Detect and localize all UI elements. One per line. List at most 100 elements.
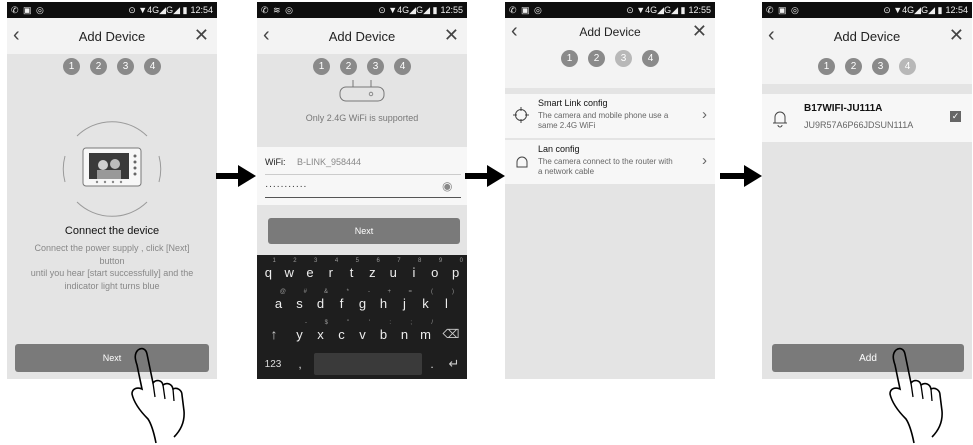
back-arrow-icon[interactable]: ‹ — [263, 25, 270, 45]
option-description: The camera connect to the router with a … — [538, 157, 673, 177]
status-left-icons: ✆ ▣ ◎ — [509, 4, 543, 15]
close-icon[interactable]: ✕ — [194, 25, 209, 45]
key-hint: 3 — [314, 258, 318, 264]
key-label: z — [369, 264, 376, 280]
comma-key[interactable]: , — [288, 351, 312, 377]
key-hint: - — [368, 289, 370, 295]
crosshair-icon — [513, 107, 529, 123]
title-bar: ‹ Add Device ✕ — [257, 18, 467, 54]
option-smart-link[interactable]: Smart Link config The camera and mobile … — [505, 94, 715, 138]
key-o[interactable]: 9o — [424, 257, 445, 287]
key-n[interactable]: ; n — [394, 319, 415, 349]
wifi-label: WiFi: — [265, 157, 286, 167]
status-time: 12:55 — [440, 5, 463, 15]
key-d[interactable]: & d — [310, 288, 331, 318]
status-left-icons: ✆ ▣ ◎ — [11, 4, 45, 15]
eye-icon[interactable]: ◉ — [442, 179, 452, 193]
step-1: 1 — [561, 50, 578, 67]
key-label: m — [420, 326, 431, 342]
back-arrow-icon[interactable]: ‹ — [511, 21, 518, 41]
shift-key-icon[interactable]: ↑ — [259, 319, 289, 349]
key-label: k — [422, 295, 429, 311]
key-label: j — [403, 295, 406, 311]
step-3: 3 — [615, 50, 632, 67]
key-z[interactable]: 6z — [362, 257, 383, 287]
status-time: 12:55 — [688, 5, 711, 15]
key-h[interactable]: + h — [373, 288, 394, 318]
key-label: q — [264, 264, 273, 280]
key-b[interactable]: :b — [373, 319, 394, 349]
close-icon[interactable]: ✕ — [949, 25, 964, 45]
key-k[interactable]: (k — [415, 288, 436, 318]
status-time: 12:54 — [945, 5, 968, 15]
key-l[interactable]: ) l — [436, 288, 457, 318]
status-left-icons: ✆ ≋ ◎ — [261, 4, 294, 15]
key-f[interactable]: * f — [331, 288, 352, 318]
device-row[interactable]: B17WIFI-JU111A JU9R57A6P66JDSUN111A ✓ — [762, 94, 972, 142]
device-name: B17WIFI-JU111A — [804, 103, 883, 114]
key-m[interactable]: / m — [415, 319, 436, 349]
divider — [265, 197, 461, 198]
wifi-form: WiFi: B-LINK_958444 ··········· ◉ — [257, 147, 467, 205]
key-j[interactable]: = j — [394, 288, 415, 318]
device-checkbox[interactable]: ✓ — [950, 111, 961, 122]
arrow-right-icon — [216, 165, 256, 187]
numbers-key[interactable]: 123 — [259, 351, 287, 377]
enter-key-icon[interactable]: ↵ — [443, 351, 465, 377]
space-bar[interactable] — [314, 353, 422, 375]
keyboard-row: @ a # s & d * f - g + h = j(k) l — [268, 288, 457, 318]
password-input[interactable]: ··········· — [265, 181, 307, 192]
key-i[interactable]: 8i — [404, 257, 425, 287]
wifi-ssid-input[interactable]: B-LINK_958444 — [297, 157, 361, 167]
back-arrow-icon[interactable]: ‹ — [13, 25, 20, 45]
step-4: 4 — [394, 58, 411, 75]
close-icon[interactable]: ✕ — [692, 21, 707, 41]
key-c[interactable]: " c — [331, 319, 352, 349]
instruction-line: Connect the power supply , click [Next] — [34, 243, 190, 253]
key-hint: ) — [452, 289, 454, 295]
key-hint: 9 — [438, 258, 443, 264]
doorbell-monitor-illustration — [62, 121, 162, 217]
divider — [265, 174, 461, 175]
key-label: d — [316, 295, 325, 311]
step-2: 2 — [90, 58, 107, 75]
period-key[interactable]: . — [423, 351, 441, 377]
page-title: Add Device — [579, 25, 641, 39]
key-hint: 7 — [397, 258, 401, 264]
back-arrow-icon[interactable]: ‹ — [768, 25, 775, 45]
backspace-key-icon[interactable]: ⌫ — [437, 319, 465, 349]
option-lan[interactable]: Lan config The camera connect to the rou… — [505, 140, 715, 184]
key-label: n — [400, 326, 409, 342]
key-a[interactable]: @ a — [268, 288, 289, 318]
key-g[interactable]: -g — [352, 288, 373, 318]
arrow-right-icon — [465, 165, 505, 187]
key-t[interactable]: 5t — [341, 257, 362, 287]
connect-instructions: Connect the power supply , click [Next] … — [7, 242, 217, 292]
key-q[interactable]: 1q — [258, 257, 279, 287]
key-v[interactable]: ' v — [352, 319, 373, 349]
key-label: x — [317, 326, 324, 342]
key-hint: ' — [368, 320, 370, 326]
key-y[interactable]: -y — [289, 319, 310, 349]
key-label: r — [328, 264, 333, 280]
key-w[interactable]: 2w — [279, 257, 300, 287]
page-title: Add Device — [78, 28, 146, 44]
phone-screen-config: ✆ ▣ ◎ ⊙ ▼4G◢G◢ ▮ 12:55 ‹ Add Device ✕ 1 2… — [505, 2, 715, 379]
phone-screen-add: ✆ ▣ ◎ ⊙ ▼4G◢G◢ ▮ 12:54 ‹ Add Device ✕ 1 2… — [762, 2, 972, 379]
step-3: 3 — [872, 58, 889, 75]
keyboard-row: - y $ x " c ' v: b; n / m — [289, 319, 436, 349]
key-label: e — [306, 264, 314, 280]
next-button[interactable]: Next — [268, 218, 460, 244]
key-x[interactable]: $ x — [310, 319, 331, 349]
key-hint: " — [346, 320, 349, 326]
key-s[interactable]: # s — [289, 288, 310, 318]
key-e[interactable]: 3e — [300, 257, 321, 287]
status-bar: ✆ ▣ ◎ ⊙ ▼4G◢G◢ ▮ 12:54 — [762, 2, 972, 18]
soft-keyboard: 1q2w3e4r5t6z7u8i9o0p @ a # s & d * f - g + h = j(k) l … — [257, 255, 467, 379]
key-u[interactable]: 7u — [383, 257, 404, 287]
chevron-right-icon: › — [702, 106, 707, 123]
close-icon[interactable]: ✕ — [444, 25, 459, 45]
key-p[interactable]: 0p — [445, 257, 466, 287]
step-indicator: 1 2 3 4 — [7, 58, 217, 75]
key-r[interactable]: 4r — [320, 257, 341, 287]
